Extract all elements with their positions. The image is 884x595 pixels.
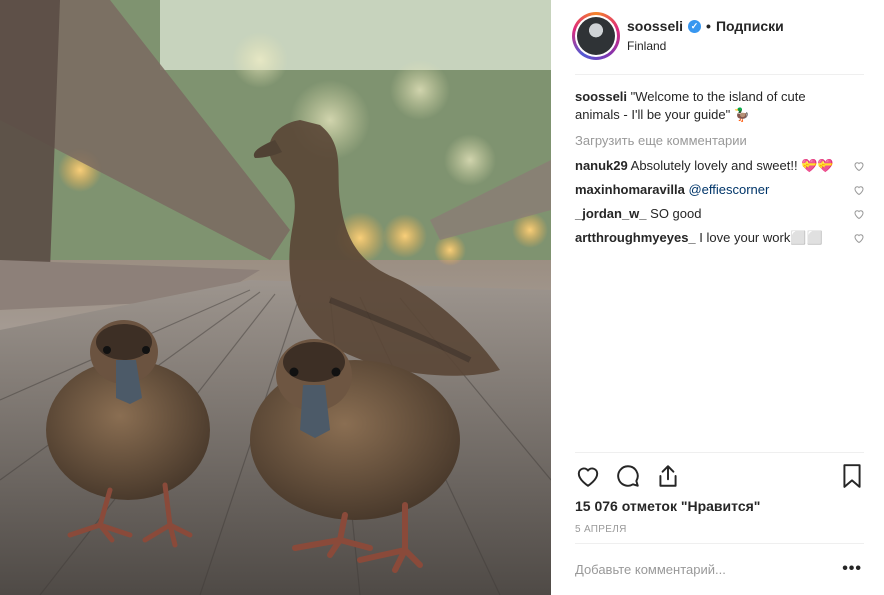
action-bar xyxy=(575,463,865,491)
comments-list: soosseli "Welcome to the island of cute … xyxy=(575,88,865,253)
post-date[interactable]: 5 АПРЕЛЯ xyxy=(575,524,627,535)
comment-text: SO good xyxy=(650,206,702,221)
comment-row: artthroughmyeyes_ I love your work⬜⬜ xyxy=(575,229,865,247)
username[interactable]: soosseli xyxy=(627,18,683,34)
likes-count[interactable]: 15 076 отметок "Нравится" xyxy=(575,498,760,514)
comment-row: maxinhomaravilla @effiescorner xyxy=(575,181,865,199)
comment-username[interactable]: artthroughmyeyes_ xyxy=(575,230,696,245)
load-more-comments-button[interactable]: Загрузить еще комментарии xyxy=(575,132,865,150)
following-button[interactable]: Подписки xyxy=(716,18,784,34)
post-header: soosseli ✓ • Подписки Finland xyxy=(551,0,884,75)
comment-row: _jordan_w_ SO good xyxy=(575,205,865,223)
comment-username[interactable]: maxinhomaravilla xyxy=(575,182,685,197)
small-heart-icon[interactable] xyxy=(853,208,865,220)
add-comment-input[interactable]: Добавьте комментарий... xyxy=(575,562,726,577)
separator-dot: • xyxy=(706,18,711,34)
more-options-button[interactable]: ••• xyxy=(842,560,862,578)
caption: soosseli "Welcome to the island of cute … xyxy=(575,88,865,124)
comment-mention-link[interactable]: @effiescorner xyxy=(688,182,769,197)
avatar[interactable] xyxy=(572,12,620,60)
bookmark-icon[interactable] xyxy=(839,463,865,489)
comment-bubble-icon[interactable] xyxy=(615,463,641,489)
small-heart-icon[interactable] xyxy=(853,160,865,172)
comment-username[interactable]: nanuk29 xyxy=(575,158,628,173)
post-details-panel: soosseli ✓ • Подписки Finland soosseli "… xyxy=(551,0,884,595)
small-heart-icon[interactable] xyxy=(853,232,865,244)
comment-box-divider xyxy=(575,543,864,544)
comment-row: nanuk29 Absolutely lovely and sweet!! 💝💝 xyxy=(575,157,865,175)
location-link[interactable]: Finland xyxy=(627,39,666,53)
username-row: soosseli ✓ • Подписки xyxy=(627,18,784,34)
ducklings-image xyxy=(0,0,551,595)
caption-username[interactable]: soosseli xyxy=(575,89,627,104)
comment-text: I love your work⬜⬜ xyxy=(699,230,823,245)
comment-text: Absolutely lovely and sweet!! 💝💝 xyxy=(630,158,834,173)
post-photo[interactable] xyxy=(0,0,551,595)
small-heart-icon[interactable] xyxy=(853,184,865,196)
header-divider xyxy=(575,74,864,75)
share-icon[interactable] xyxy=(655,463,681,489)
heart-icon[interactable] xyxy=(575,463,601,489)
comment-username[interactable]: _jordan_w_ xyxy=(575,206,647,221)
verified-badge-icon: ✓ xyxy=(688,19,702,33)
actions-divider xyxy=(575,452,864,453)
